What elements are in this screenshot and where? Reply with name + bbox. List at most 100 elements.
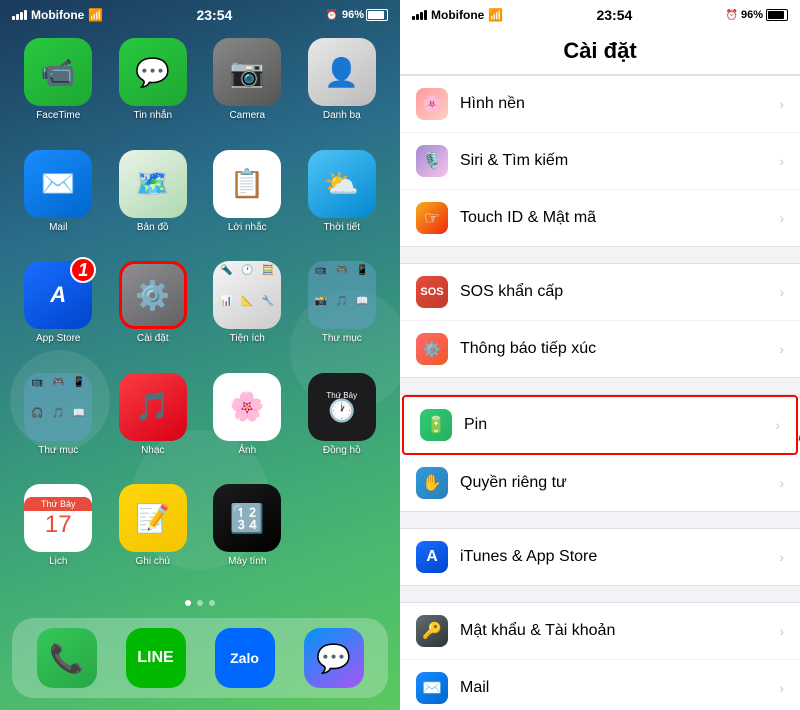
utilities-label: Tiện ích (230, 333, 265, 344)
siri-label: Siri & Tìm kiếm (460, 152, 779, 170)
right-panel: Mobifone 📶 23:54 ⏰ 96% Cài đặt 🌸 Hình nề… (400, 0, 800, 710)
app-clock[interactable]: Thứ Bảy 🕐 Đồng hồ (300, 373, 385, 475)
alarm-icon-left: ⏰ (326, 10, 338, 21)
chevron-mail: › (779, 680, 784, 696)
maps-icon: 🗺️ (119, 150, 187, 218)
dot-2 (197, 600, 203, 606)
section-gap-2 (400, 386, 800, 394)
dock-messenger[interactable]: 💬 (304, 628, 364, 688)
mail-app-icon: ✉️ (416, 672, 448, 704)
notification-label: Thông báo tiếp xúc (460, 340, 779, 358)
battery-percent-left: 96% (342, 9, 364, 21)
app-notes[interactable]: 📝 Ghi chú (111, 484, 196, 586)
settings-section-1: 🌸 Hình nền › 🎙️ Siri & Tìm kiếm › ☞ Touc… (400, 75, 800, 247)
messages-label: Tin nhắn (133, 110, 172, 121)
settings-row-itunes[interactable]: A iTunes & App Store › (400, 529, 800, 585)
battery-info-right: ⏰ 96% (726, 9, 788, 21)
sos-label: SOS khẩn cấp (460, 283, 779, 301)
weather-icon: ⛅ (308, 150, 376, 218)
passwords-label: Mật khẩu & Tài khoản (460, 622, 779, 640)
clock-label: Đồng hồ (323, 445, 361, 456)
app-folder2[interactable]: 📺🎮📱 🎧🎵📖 Thư mục (16, 373, 101, 475)
carrier-left: Mobifone (31, 8, 84, 22)
section-gap-1 (400, 255, 800, 263)
facetime-icon: 📹 (24, 38, 92, 106)
settings-label: Cài đặt (137, 333, 169, 344)
dock-phone[interactable]: 📞 (37, 628, 97, 688)
app-mail[interactable]: ✉️ Mail (16, 150, 101, 252)
camera-icon: 📷 (213, 38, 281, 106)
facetime-label: FaceTime (36, 110, 80, 121)
settings-row-touchid[interactable]: ☞ Touch ID & Mật mã › (400, 190, 800, 246)
settings-row-notification[interactable]: ⚙️ Thông báo tiếp xúc › (400, 321, 800, 377)
utilities-icon: 🔦🕐🧮 📊📐🔧 (213, 261, 281, 329)
app-settings[interactable]: ⚙️ Cài đặt (111, 261, 196, 363)
app-maps[interactable]: 🗺️ Bản đồ (111, 150, 196, 252)
app-grid: 📹 FaceTime 💬 Tin nhắn 📷 Camera 👤 Danh bạ… (0, 30, 400, 594)
empty-slot (300, 484, 368, 552)
carrier-right: Mobifone (431, 8, 484, 22)
wifi-icon-left: 📶 (88, 8, 103, 22)
app-music[interactable]: 🎵 Nhạc (111, 373, 196, 475)
folder2-icon: 📺🎮📱 🎧🎵📖 (24, 373, 92, 441)
notes-icon: 📝 (119, 484, 187, 552)
settings-row-siri[interactable]: 🎙️ Siri & Tìm kiếm › (400, 133, 800, 190)
calculator-icon: 🔢 (213, 484, 281, 552)
dock-zalo[interactable]: Zalo (215, 628, 275, 688)
carrier-info-left: Mobifone 📶 (12, 8, 103, 22)
settings-row-sos[interactable]: SOS SOS khẩn cấp › (400, 264, 800, 321)
app-photos[interactable]: 🌸 Ảnh (205, 373, 290, 475)
app-calculator[interactable]: 🔢 Máy tính (205, 484, 290, 586)
app-facetime[interactable]: 📹 FaceTime (16, 38, 101, 140)
folder1-label: Thư mục (322, 333, 362, 344)
app-calendar[interactable]: Thứ Bảy 17 Lịch (16, 484, 101, 586)
chevron-wallpaper: › (779, 96, 784, 112)
page-dots (0, 594, 400, 612)
chevron-itunes: › (779, 549, 784, 565)
messenger-icon: 💬 (304, 628, 364, 688)
folder2-label: Thư mục (38, 445, 78, 456)
zalo-icon: Zalo (215, 628, 275, 688)
touchid-icon: ☞ (416, 202, 448, 234)
photos-icon: 🌸 (213, 373, 281, 441)
settings-row-pin[interactable]: 🔋 Pin › 2 (402, 395, 798, 455)
settings-header: Cài đặt (400, 30, 800, 75)
app-utilities[interactable]: 🔦🕐🧮 📊📐🔧 Tiện ích (205, 261, 290, 363)
line-icon: LINE (126, 628, 186, 688)
camera-label: Camera (229, 110, 265, 121)
app-appstore[interactable]: A 1 App Store (16, 261, 101, 363)
folder1-icon: 📺🎮📱 📸🎵📖 (308, 261, 376, 329)
app-camera[interactable]: 📷 Camera (205, 38, 290, 140)
privacy-icon: ✋ (416, 467, 448, 499)
pin-label: Pin (464, 416, 775, 434)
appstore-letter: A (50, 282, 66, 308)
notes-label: Ghi chú (136, 556, 170, 567)
music-icon: 🎵 (119, 373, 187, 441)
settings-row-wallpaper[interactable]: 🌸 Hình nền › (400, 76, 800, 133)
chevron-siri: › (779, 153, 784, 169)
dock-line[interactable]: LINE (126, 628, 186, 688)
photos-label: Ảnh (238, 445, 256, 456)
settings-row-mail-app[interactable]: ✉️ Mail › (400, 660, 800, 710)
privacy-label: Quyền riêng tư (460, 474, 779, 492)
settings-section-2: SOS SOS khẩn cấp › ⚙️ Thông báo tiếp xúc… (400, 263, 800, 378)
settings-section-5: 🔑 Mật khẩu & Tài khoản › ✉️ Mail › 👤 Dan… (400, 602, 800, 710)
passwords-icon: 🔑 (416, 615, 448, 647)
app-weather[interactable]: ⛅ Thời tiết (300, 150, 385, 252)
dot-1 (185, 600, 191, 606)
settings-row-privacy[interactable]: ✋ Quyền riêng tư › (400, 455, 800, 511)
wallpaper-label: Hình nền (460, 95, 779, 113)
app-folder1[interactable]: 📺🎮📱 📸🎵📖 Thư mục (300, 261, 385, 363)
phone-icon: 📞 (37, 628, 97, 688)
settings-page-title: Cài đặt (416, 38, 784, 64)
settings-row-passwords[interactable]: 🔑 Mật khẩu & Tài khoản › (400, 603, 800, 660)
chevron-passwords: › (779, 623, 784, 639)
app-messages[interactable]: 💬 Tin nhắn (111, 38, 196, 140)
app-reminders[interactable]: 📋 Lời nhắc (205, 150, 290, 252)
mail-label: Mail (49, 222, 67, 233)
itunes-icon: A (416, 541, 448, 573)
clock-icon: Thứ Bảy 🕐 (308, 373, 376, 441)
app-contacts[interactable]: 👤 Danh bạ (300, 38, 385, 140)
section-gap-4 (400, 594, 800, 602)
music-label: Nhạc (141, 445, 164, 456)
